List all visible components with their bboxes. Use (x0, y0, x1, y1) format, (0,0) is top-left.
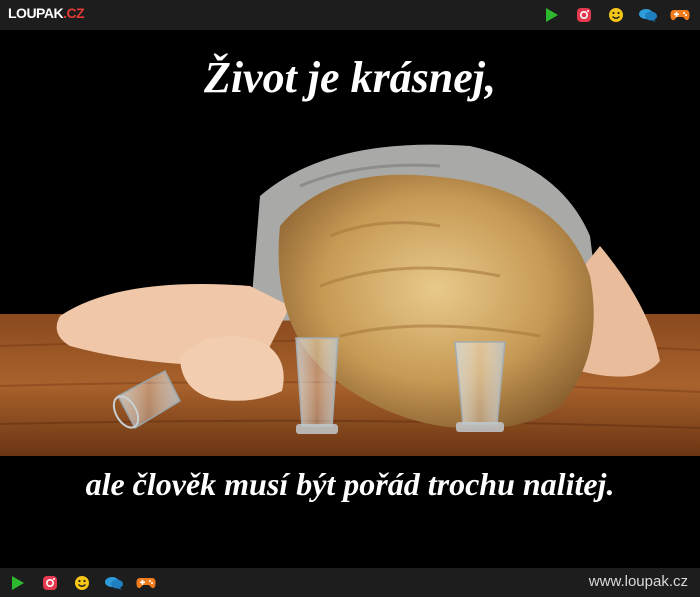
chat-icon[interactable] (638, 6, 658, 24)
standing-glass-2 (454, 341, 506, 432)
logo-tld: .CZ (63, 5, 85, 21)
logo-main: LOUPAK (8, 5, 64, 21)
instagram-icon[interactable] (40, 574, 60, 592)
play-icon[interactable] (8, 574, 28, 592)
site-logo[interactable]: LOUPAK.CZ (8, 5, 85, 21)
site-url-link[interactable]: www.loupak.cz (589, 573, 688, 590)
meme-bottom-text: ale člověk musí být pořád trochu nalitej… (85, 466, 615, 502)
top-icon-group (542, 6, 690, 24)
chat-icon[interactable] (104, 574, 124, 592)
smiley-icon[interactable] (72, 574, 92, 592)
meme-top-text: Život je krásnej, (203, 53, 497, 102)
gamepad-icon[interactable] (136, 574, 156, 592)
gamepad-icon[interactable] (670, 6, 690, 24)
standing-glass-1 (295, 337, 339, 434)
instagram-icon[interactable] (574, 6, 594, 24)
smiley-icon[interactable] (606, 6, 626, 24)
bottom-bar: www.loupak.cz (0, 568, 700, 597)
meme-photo (0, 144, 700, 456)
play-icon[interactable] (542, 6, 562, 24)
meme-image: Život je krásnej, ale člověk musí být po… (0, 30, 700, 568)
bottom-icon-group (8, 574, 156, 592)
top-bar: LOUPAK.CZ (0, 0, 700, 30)
